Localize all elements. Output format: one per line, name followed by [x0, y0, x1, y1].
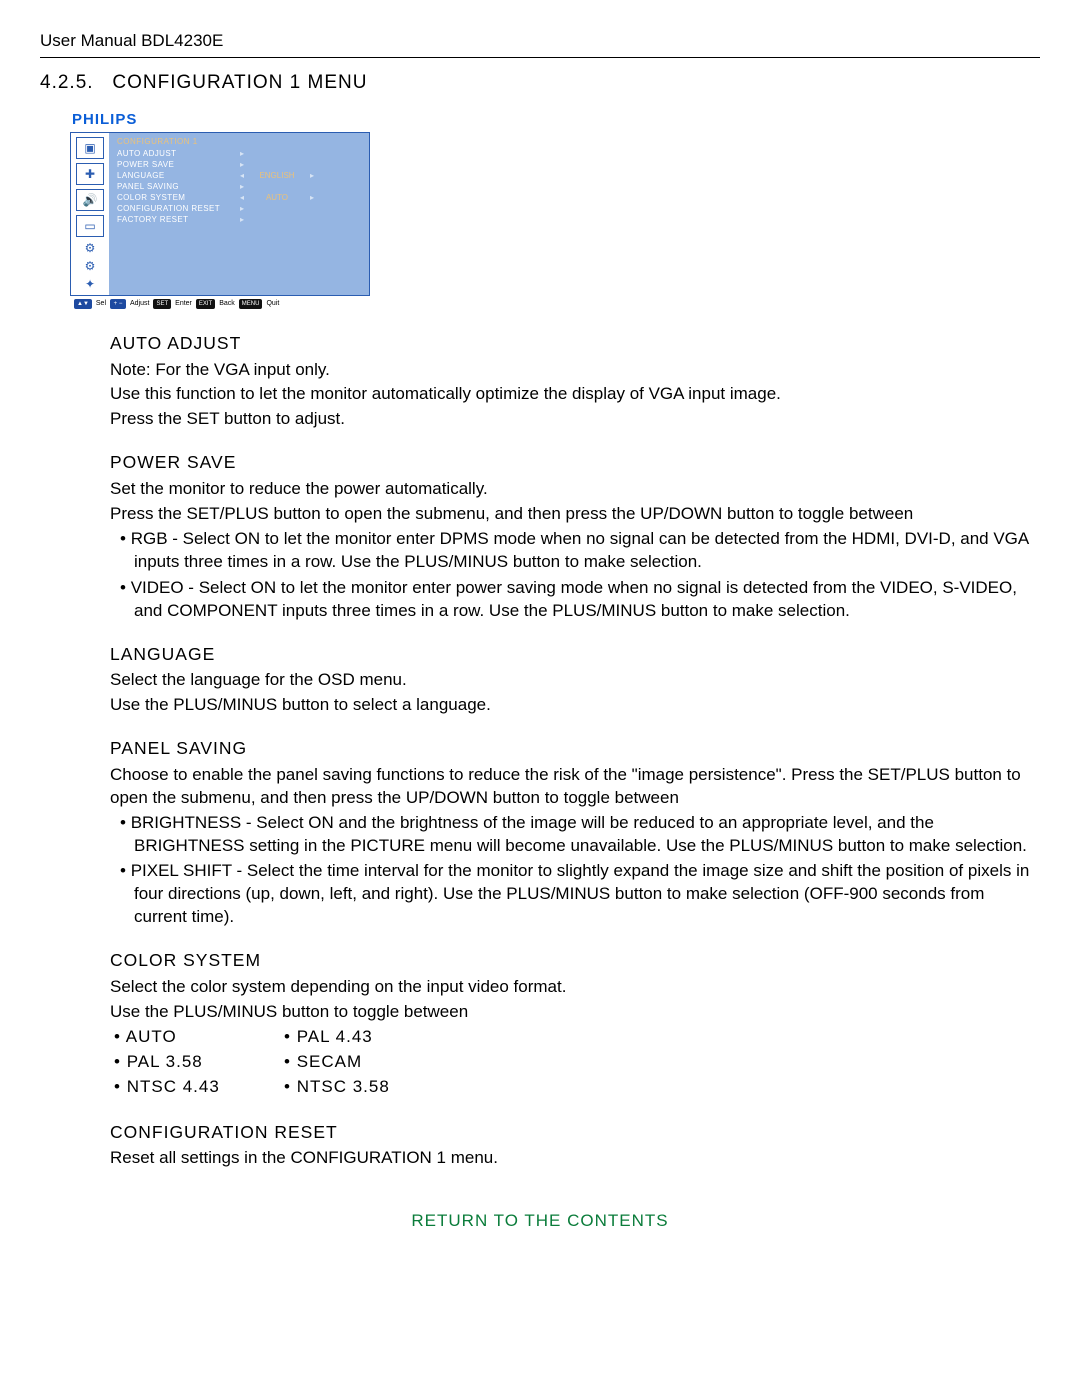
picture-icon: ▣	[76, 137, 104, 159]
doc-header: User Manual BDL4230E	[40, 30, 1040, 53]
brand-logo: PHILIPS	[72, 110, 1040, 130]
power-save-b1: RGB - Select ON to let the monitor enter…	[120, 528, 1040, 574]
osd-row: AUTO ADJUST▸	[117, 149, 363, 160]
osd-icon-column: ▣ ✚ 🔊 ▭ ⚙ ⚙ ✦	[71, 133, 109, 295]
panel-saving-b1: BRIGHTNESS - Select ON and the brightnes…	[120, 812, 1040, 858]
power-save-p2: Press the SET/PLUS button to open the su…	[110, 503, 1040, 526]
osd-main: CONFIGURATION 1 AUTO ADJUST▸ POWER SAVE▸…	[109, 133, 369, 295]
config-reset-p1: Reset all settings in the CONFIGURATION …	[110, 1147, 1040, 1170]
power-save-list: RGB - Select ON to let the monitor enter…	[120, 528, 1040, 623]
cs-opt: SECAM	[284, 1051, 450, 1074]
panel-saving-list: BRIGHTNESS - Select ON and the brightnes…	[120, 812, 1040, 930]
auto-adjust-heading: AUTO ADJUST	[110, 332, 1040, 356]
section-number: 4.2.5.	[40, 72, 94, 93]
osd-title: CONFIGURATION 1	[117, 137, 363, 148]
osd-row: COLOR SYSTEM◂AUTO▸	[117, 193, 363, 204]
sel-pill: ▲▼	[74, 299, 92, 309]
auto-adjust-p2: Press the SET button to adjust.	[110, 408, 1040, 431]
power-save-p1: Set the monitor to reduce the power auto…	[110, 478, 1040, 501]
audio-icon: 🔊	[76, 189, 104, 211]
return-to-contents-link[interactable]: RETURN TO THE CONTENTS	[411, 1211, 668, 1230]
panel-saving-b2: PIXEL SHIFT - Select the time interval f…	[120, 860, 1040, 929]
cs-opt: PAL 4.43	[284, 1026, 450, 1049]
exit-pill: EXIT	[196, 299, 215, 309]
pip-icon: ▭	[76, 215, 104, 237]
osd-row: FACTORY RESET▸	[117, 215, 363, 226]
color-system-heading: COLOR SYSTEM	[110, 949, 1040, 973]
return-link-container: RETURN TO THE CONTENTS	[40, 1210, 1040, 1233]
cs-opt: AUTO	[114, 1026, 280, 1049]
header-rule	[40, 57, 1040, 58]
power-save-heading: POWER SAVE	[110, 451, 1040, 475]
cs-opt: PAL 3.58	[114, 1051, 280, 1074]
content-body: AUTO ADJUST Note: For the VGA input only…	[110, 332, 1040, 1170]
osd-row: LANGUAGE◂ENGLISH▸	[117, 171, 363, 182]
osd-row: CONFIGURATION RESET▸	[117, 204, 363, 215]
panel-saving-p1: Choose to enable the panel saving functi…	[110, 764, 1040, 810]
advanced-icon: ✦	[76, 277, 104, 291]
section-title: CONFIGURATION 1 MENU	[112, 72, 367, 93]
doc-title: User Manual BDL4230E	[40, 30, 223, 53]
language-p2: Use the PLUS/MINUS button to select a la…	[110, 694, 1040, 717]
section-heading: 4.2.5. CONFIGURATION 1 MENU	[40, 70, 1040, 96]
cs-opt: NTSC 3.58	[284, 1076, 450, 1099]
osd-panel: ▣ ✚ 🔊 ▭ ⚙ ⚙ ✦ CONFIGURATION 1 AUTO ADJUS…	[70, 132, 370, 296]
osd-row: PANEL SAVING▸	[117, 182, 363, 193]
osd-legend: ▲▼ Sel + − Adjust SET Enter EXIT Back ME…	[70, 296, 370, 312]
language-p1: Select the language for the OSD menu.	[110, 669, 1040, 692]
cs-opt: NTSC 4.43	[114, 1076, 280, 1099]
set-pill: SET	[153, 299, 171, 309]
auto-adjust-note: Note: For the VGA input only.	[110, 359, 1040, 382]
config-reset-heading: CONFIGURATION RESET	[110, 1121, 1040, 1145]
language-heading: LANGUAGE	[110, 643, 1040, 667]
screen-icon: ✚	[76, 163, 104, 185]
panel-saving-heading: PANEL SAVING	[110, 737, 1040, 761]
color-system-p2: Use the PLUS/MINUS button to toggle betw…	[110, 1001, 1040, 1024]
config1-icon: ⚙	[76, 241, 104, 255]
auto-adjust-p1: Use this function to let the monitor aut…	[110, 383, 1040, 406]
power-save-b2: VIDEO - Select ON to let the monitor ent…	[120, 577, 1040, 623]
color-system-options: AUTO PAL 3.58 NTSC 4.43 PAL 4.43 SECAM N…	[110, 1026, 1040, 1101]
osd-row: POWER SAVE▸	[117, 160, 363, 171]
config2-icon: ⚙	[76, 259, 104, 273]
adj-pill: + −	[110, 299, 126, 309]
menu-pill: MENU	[239, 299, 263, 309]
color-system-p1: Select the color system depending on the…	[110, 976, 1040, 999]
osd-screenshot: PHILIPS ▣ ✚ 🔊 ▭ ⚙ ⚙ ✦ CONFIGURATION 1 AU…	[70, 110, 1040, 312]
